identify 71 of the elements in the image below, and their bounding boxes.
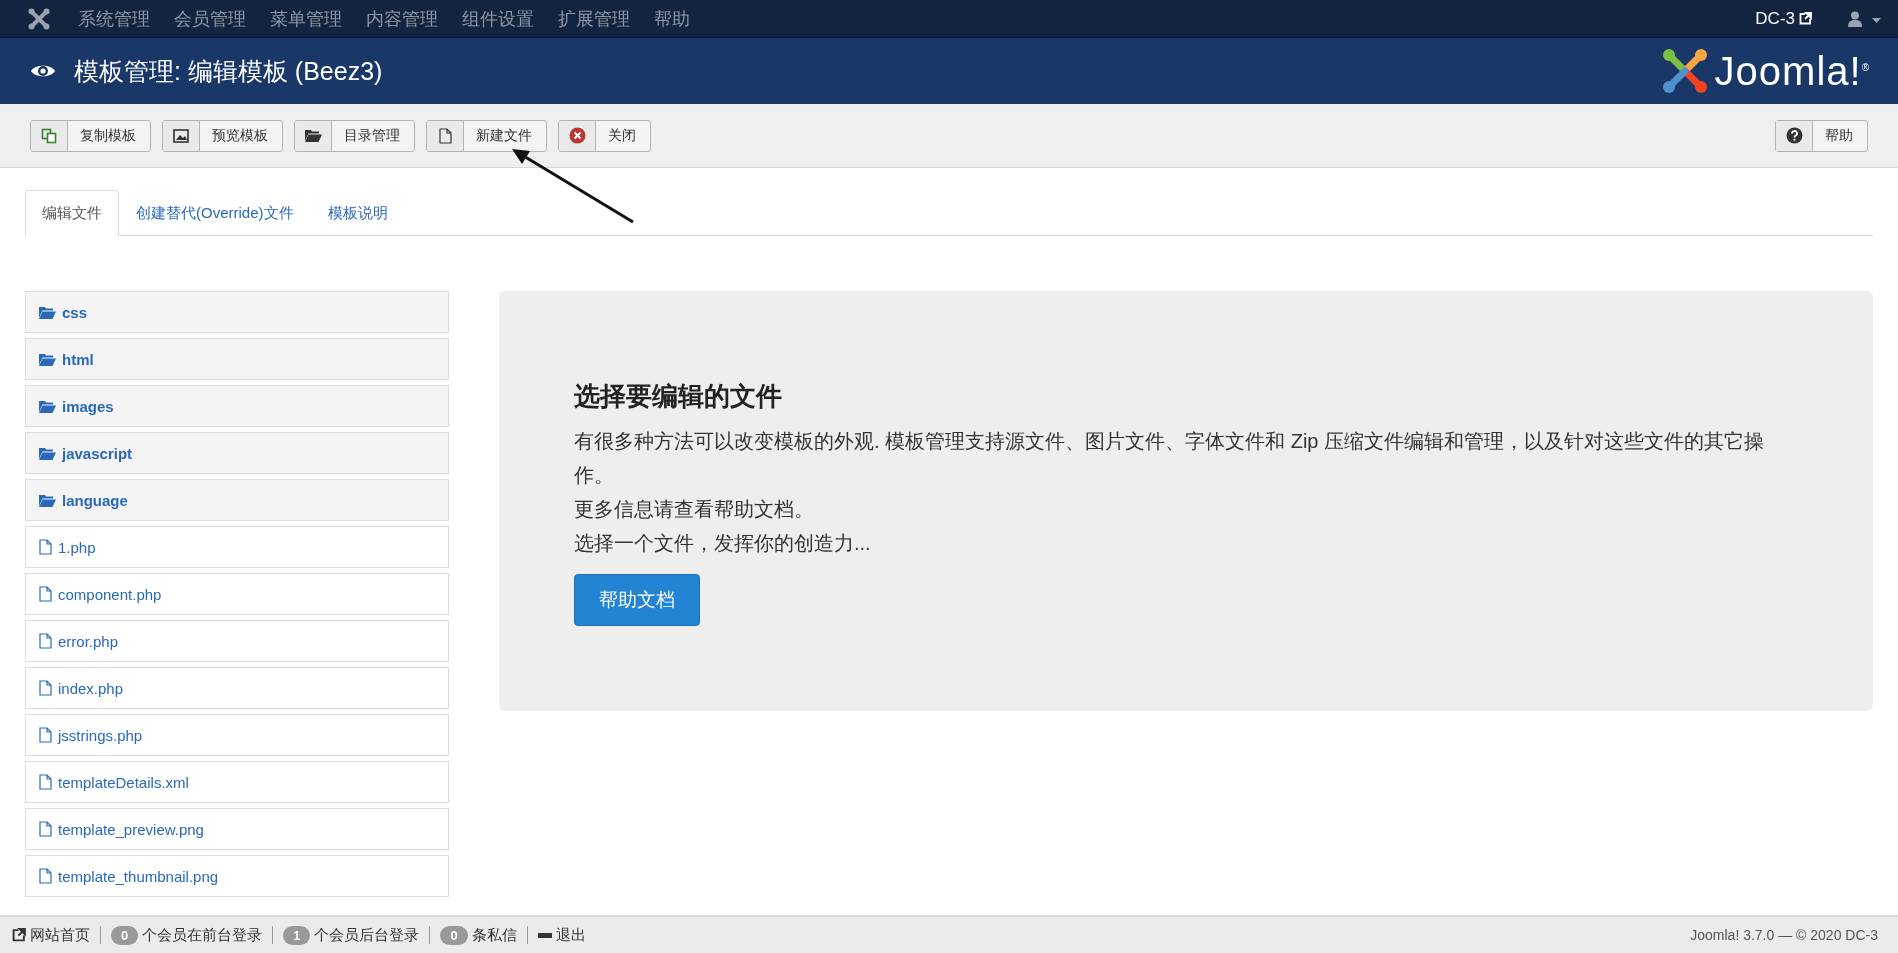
- copyright-text: Joomla! 3.7.0 — © 2020 DC-3: [1690, 927, 1879, 943]
- toolbar-button[interactable]: 关闭: [558, 119, 651, 152]
- folder-icon: [39, 493, 56, 507]
- status-label: 个会员在前台登录: [142, 925, 263, 945]
- page-title: 模板管理: 编辑模板 (Beez3): [74, 55, 384, 87]
- file-icon: [39, 680, 52, 696]
- tab[interactable]: 模板说明: [310, 190, 405, 236]
- folder-item[interactable]: html: [25, 338, 449, 380]
- count-badge: 0: [111, 925, 139, 945]
- image-icon: [173, 128, 189, 143]
- folder-icon: [39, 446, 56, 460]
- status-label: 个会员后台登录: [314, 925, 420, 945]
- file-icon: [39, 586, 52, 602]
- file-icon: [39, 727, 52, 743]
- tab[interactable]: 编辑文件: [25, 190, 119, 236]
- menu-item[interactable]: 菜单管理: [258, 6, 354, 31]
- close-icon: [568, 127, 586, 144]
- menu-item[interactable]: 扩展管理: [546, 6, 642, 31]
- folder-item[interactable]: css: [25, 291, 449, 333]
- tab[interactable]: 创建替代(Override)文件: [119, 190, 311, 236]
- file-item[interactable]: component.php: [25, 573, 449, 615]
- status-label: 条私信: [471, 925, 517, 945]
- help-button[interactable]: 帮助: [1775, 119, 1868, 152]
- count-badge: 1: [283, 925, 311, 945]
- logo-icon[interactable]: [28, 7, 50, 30]
- menu-item[interactable]: 组件设置: [450, 6, 546, 31]
- count-badge: 0: [440, 925, 468, 945]
- toolbar-button[interactable]: 新建文件: [426, 119, 547, 152]
- file-item[interactable]: error.php: [25, 620, 449, 662]
- folder-item[interactable]: javascript: [25, 432, 449, 474]
- panel-text: 选择一个文件，发挥你的创造力...: [574, 531, 872, 556]
- panel-text: 更多信息请查看帮助文档。: [574, 497, 815, 522]
- menu-item[interactable]: 系统管理: [66, 6, 162, 31]
- file-item[interactable]: index.php: [25, 667, 449, 709]
- folder-icon: [304, 129, 322, 142]
- file-item[interactable]: template_thumbnail.png: [25, 855, 449, 897]
- file-icon: [39, 774, 52, 790]
- file-item[interactable]: 1.php: [25, 526, 449, 568]
- external-link-icon: [12, 928, 26, 942]
- user-menu-icon[interactable]: [1848, 10, 1882, 27]
- file-icon: [39, 821, 52, 837]
- toolbar-button[interactable]: 复制模板: [30, 119, 151, 152]
- file-item[interactable]: jsstrings.php: [25, 714, 449, 756]
- menu-item[interactable]: 内容管理: [354, 6, 450, 31]
- logout-link[interactable]: 退出: [555, 925, 586, 945]
- folder-item[interactable]: images: [25, 385, 449, 427]
- folder-icon: [39, 399, 56, 413]
- minus-icon: [537, 932, 552, 938]
- file-icon: [438, 127, 452, 144]
- logo-text: Joomla!$^{®}$: [1714, 48, 1870, 94]
- file-item[interactable]: template_preview.png: [25, 808, 449, 850]
- toolbar-button[interactable]: 预览模板: [162, 119, 283, 152]
- file-item[interactable]: templateDetails.xml: [25, 761, 449, 803]
- file-icon: [39, 633, 52, 649]
- file-icon: [39, 539, 52, 555]
- site-link[interactable]: DC-3: [1755, 8, 1812, 29]
- panel-heading: 选择要编辑的文件: [574, 380, 783, 413]
- folder-item[interactable]: language: [25, 479, 449, 521]
- external-link-icon: [1799, 12, 1812, 25]
- menu-item[interactable]: 会员管理: [162, 6, 258, 31]
- logo-icon: [1660, 47, 1709, 95]
- panel-text: 有很多种方法可以改变模板的外观. 模板管理支持源文件、图片文件、字体文件和 Zip 压缩文件编辑和管理，以及针对这些文件的其它操作。: [574, 429, 1765, 488]
- copy-icon: [41, 127, 57, 144]
- help-docs-button[interactable]: 帮助文档: [574, 574, 700, 626]
- folder-icon: [39, 352, 56, 366]
- folder-icon: [39, 305, 56, 319]
- site-home-link[interactable]: 网站首页: [30, 925, 90, 945]
- help-icon: [1785, 127, 1803, 144]
- menu-item[interactable]: 帮助: [642, 6, 702, 31]
- toolbar-button[interactable]: 目录管理: [294, 119, 415, 152]
- file-icon: [39, 868, 52, 884]
